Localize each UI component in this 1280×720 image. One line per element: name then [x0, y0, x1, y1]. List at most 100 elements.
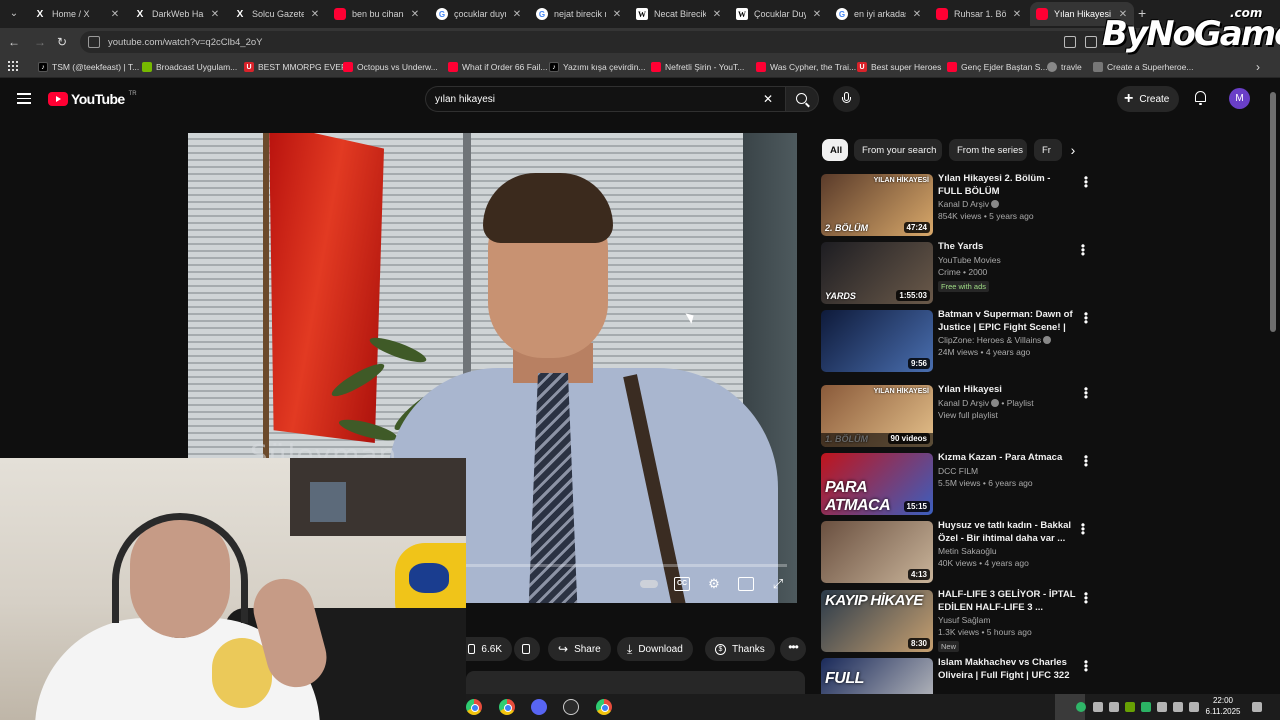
browser-tab[interactable]: X Solcu Gazete on ✕: [228, 2, 326, 26]
recommended-video[interactable]: KAYIP HİKAYE 8:30 HALF-LIFE 3 GELİYOR - İP…: [821, 588, 1101, 652]
channel-name[interactable]: YouTube Movies: [938, 254, 1076, 266]
url-field[interactable]: youtube.com/watch?v=q2cClb4_2oY: [80, 31, 1140, 53]
page-scrollbar[interactable]: [1270, 92, 1276, 332]
dislike-button[interactable]: [514, 637, 540, 661]
search-input[interactable]: yılan hikayesi: [425, 86, 785, 112]
bookmark-item[interactable]: ♪ Yazımı kışa çevirdin...: [549, 59, 646, 75]
video-title[interactable]: Kızma Kazan - Para Atmaca: [938, 452, 1076, 465]
account-avatar[interactable]: M: [1229, 88, 1250, 109]
bookmarks-overflow-chevron-icon[interactable]: ›: [1250, 59, 1266, 75]
video-title[interactable]: Yılan Hikayesi: [938, 384, 1076, 397]
tab-close-icon[interactable]: ✕: [912, 9, 922, 20]
youtube-logo[interactable]: YouTube TR: [48, 91, 137, 107]
video-title[interactable]: HALF-LIFE 3 GELİYOR - İPTAL EDİLEN HALF-…: [938, 589, 1076, 614]
bookmark-item[interactable]: U BEST MMORPG EVER: [244, 59, 347, 75]
network-tray-icon[interactable]: [1173, 702, 1183, 712]
more-options-icon[interactable]: • • •: [1082, 451, 1090, 471]
video-thumbnail[interactable]: YILAN HİKAYESİ 2. BÖLÜM 47:24: [821, 174, 933, 236]
browser-tab[interactable]: Gnejat birecik m ✕: [530, 2, 628, 26]
recommended-video[interactable]: YILAN HİKAYESİ1. BÖLÜM90 videos Yılan Hik…: [821, 383, 1101, 447]
cast-icon[interactable]: [1064, 36, 1076, 48]
video-title[interactable]: Huysuz ve tatlı kadın - Bakkal Özel - Bi…: [938, 520, 1076, 545]
recommended-video[interactable]: YILAN HİKAYESİ 2. BÖLÜM 47:24 Yılan Hikayes…: [821, 172, 1101, 236]
reload-icon[interactable]: ↻: [54, 34, 70, 50]
tab-close-icon[interactable]: ✕: [812, 9, 822, 20]
download-button[interactable]: ⤓ Download: [617, 637, 693, 661]
more-options-icon[interactable]: • • •: [1082, 383, 1090, 403]
tab-close-icon[interactable]: ✕: [210, 9, 220, 20]
browser-tab[interactable]: Ruhsar 1. Bölü ✕: [930, 2, 1028, 26]
tab-close-icon[interactable]: ✕: [712, 9, 722, 20]
chrome-taskbar-icon[interactable]: [466, 699, 482, 715]
video-title[interactable]: Islam Makhachev vs Charles Oliveira | Fu…: [938, 657, 1076, 682]
recommended-video[interactable]: YARDS 1:55:03 The Yards YouTube Movies Crime…: [821, 240, 1101, 304]
bookmark-item[interactable]: Create a Superheroe...: [1093, 59, 1193, 75]
browser-tab[interactable]: Gen iyi arkadaşı ✕: [830, 2, 928, 26]
browser-tab[interactable]: Gçocuklar duym ✕: [430, 2, 528, 26]
create-button[interactable]: + Create: [1117, 86, 1179, 112]
video-thumbnail[interactable]: KAYIP HİKAYE 8:30: [821, 590, 933, 652]
video-title[interactable]: The Yards: [938, 241, 1076, 254]
thanks-button[interactable]: $ Thanks: [705, 637, 775, 661]
chips-next-chevron-icon[interactable]: ›: [1064, 142, 1082, 160]
bookmark-item[interactable]: Nefretli Şirin - YouT...: [651, 59, 744, 75]
nvidia-tray-icon[interactable]: [1125, 702, 1135, 712]
like-button[interactable]: 6.6K: [466, 637, 512, 661]
filter-chip[interactable]: From the series: [949, 139, 1027, 161]
recommended-video[interactable]: 9:56 Batman v Superman: Dawn of Justice |…: [821, 308, 1101, 372]
chrome-taskbar-icon[interactable]: [499, 699, 515, 715]
filter-chip[interactable]: All: [822, 139, 848, 161]
tray-app-icon[interactable]: [1141, 702, 1151, 712]
bookmark-item[interactable]: Was Cypher, the Trai...: [756, 59, 856, 75]
channel-name[interactable]: Yusuf Sağlam: [938, 614, 1076, 626]
bookmark-item[interactable]: Genç Ejder Baştan S...: [947, 59, 1047, 75]
more-options-icon[interactable]: • • •: [1079, 240, 1087, 260]
recommended-video[interactable]: PARA ATMACA 15:15 Kızma Kazan - Para Atmac…: [821, 451, 1101, 515]
browser-tab[interactable]: X Home / X ✕: [28, 2, 126, 26]
settings-gear-icon[interactable]: ⚙: [706, 577, 722, 591]
video-description-box[interactable]: [466, 671, 805, 695]
video-thumbnail[interactable]: YILAN HİKAYESİ1. BÖLÜM90 videos: [821, 385, 933, 447]
tab-search-chevron-icon[interactable]: ⌄: [6, 6, 22, 22]
fullscreen-icon[interactable]: ⤢: [770, 577, 786, 591]
channel-name[interactable]: ClipZone: Heroes & Villains: [938, 334, 1076, 346]
more-options-icon[interactable]: • • •: [1082, 588, 1090, 608]
filter-chip[interactable]: Fr: [1034, 139, 1062, 161]
browser-tab[interactable]: W Necat Birecik - ✕: [630, 2, 728, 26]
obs-taskbar-icon[interactable]: [563, 699, 579, 715]
discord-taskbar-icon[interactable]: [531, 699, 547, 715]
video-title[interactable]: Batman v Superman: Dawn of Justice | EPI…: [938, 309, 1076, 334]
channel-name[interactable]: Kanal D Arşiv • Playlist: [938, 397, 1076, 409]
menu-icon[interactable]: [17, 93, 31, 104]
tab-close-icon[interactable]: ✕: [1012, 9, 1022, 20]
more-options-icon[interactable]: • • •: [1082, 172, 1090, 192]
browser-tab[interactable]: W Çocuklar Duym ✕: [730, 2, 828, 26]
clear-search-icon[interactable]: ✕: [763, 92, 773, 106]
channel-name[interactable]: Kanal D Arşiv: [938, 198, 1076, 210]
channel-name[interactable]: DCC FILM: [938, 465, 1076, 477]
browser-tab[interactable]: ben bu cihana ✕: [328, 2, 426, 26]
back-arrow-icon[interactable]: ←: [6, 34, 22, 50]
translate-icon[interactable]: [1085, 36, 1097, 48]
bookmark-item[interactable]: What if Order 66 Fail...: [448, 59, 548, 75]
browser-tab[interactable]: X DarkWeb Haber ✕: [128, 2, 226, 26]
tray-app-icon[interactable]: [1157, 702, 1167, 712]
subtitles-icon[interactable]: CC: [674, 577, 690, 591]
more-options-icon[interactable]: • • •: [1079, 519, 1087, 539]
video-thumbnail[interactable]: YARDS 1:55:03: [821, 242, 933, 304]
tab-close-icon[interactable]: ✕: [612, 9, 622, 20]
site-info-icon[interactable]: [88, 36, 100, 48]
apps-grid-icon[interactable]: [8, 61, 18, 71]
more-actions-button[interactable]: •••: [780, 637, 806, 661]
share-button[interactable]: ↪ Share: [548, 637, 611, 661]
video-thumbnail[interactable]: 9:56: [821, 310, 933, 372]
tray-app-icon[interactable]: [1093, 702, 1103, 712]
notifications-bell-icon[interactable]: [1194, 91, 1207, 105]
forward-arrow-icon[interactable]: →: [32, 34, 48, 50]
tab-close-icon[interactable]: ✕: [512, 9, 522, 20]
bookmark-item[interactable]: Broadcast Uygulam...: [142, 59, 237, 75]
autoplay-toggle[interactable]: [640, 580, 658, 588]
more-options-icon[interactable]: • • •: [1082, 308, 1090, 328]
notification-center-icon[interactable]: [1252, 702, 1262, 712]
bookmark-item[interactable]: Octopus vs Underw...: [343, 59, 438, 75]
